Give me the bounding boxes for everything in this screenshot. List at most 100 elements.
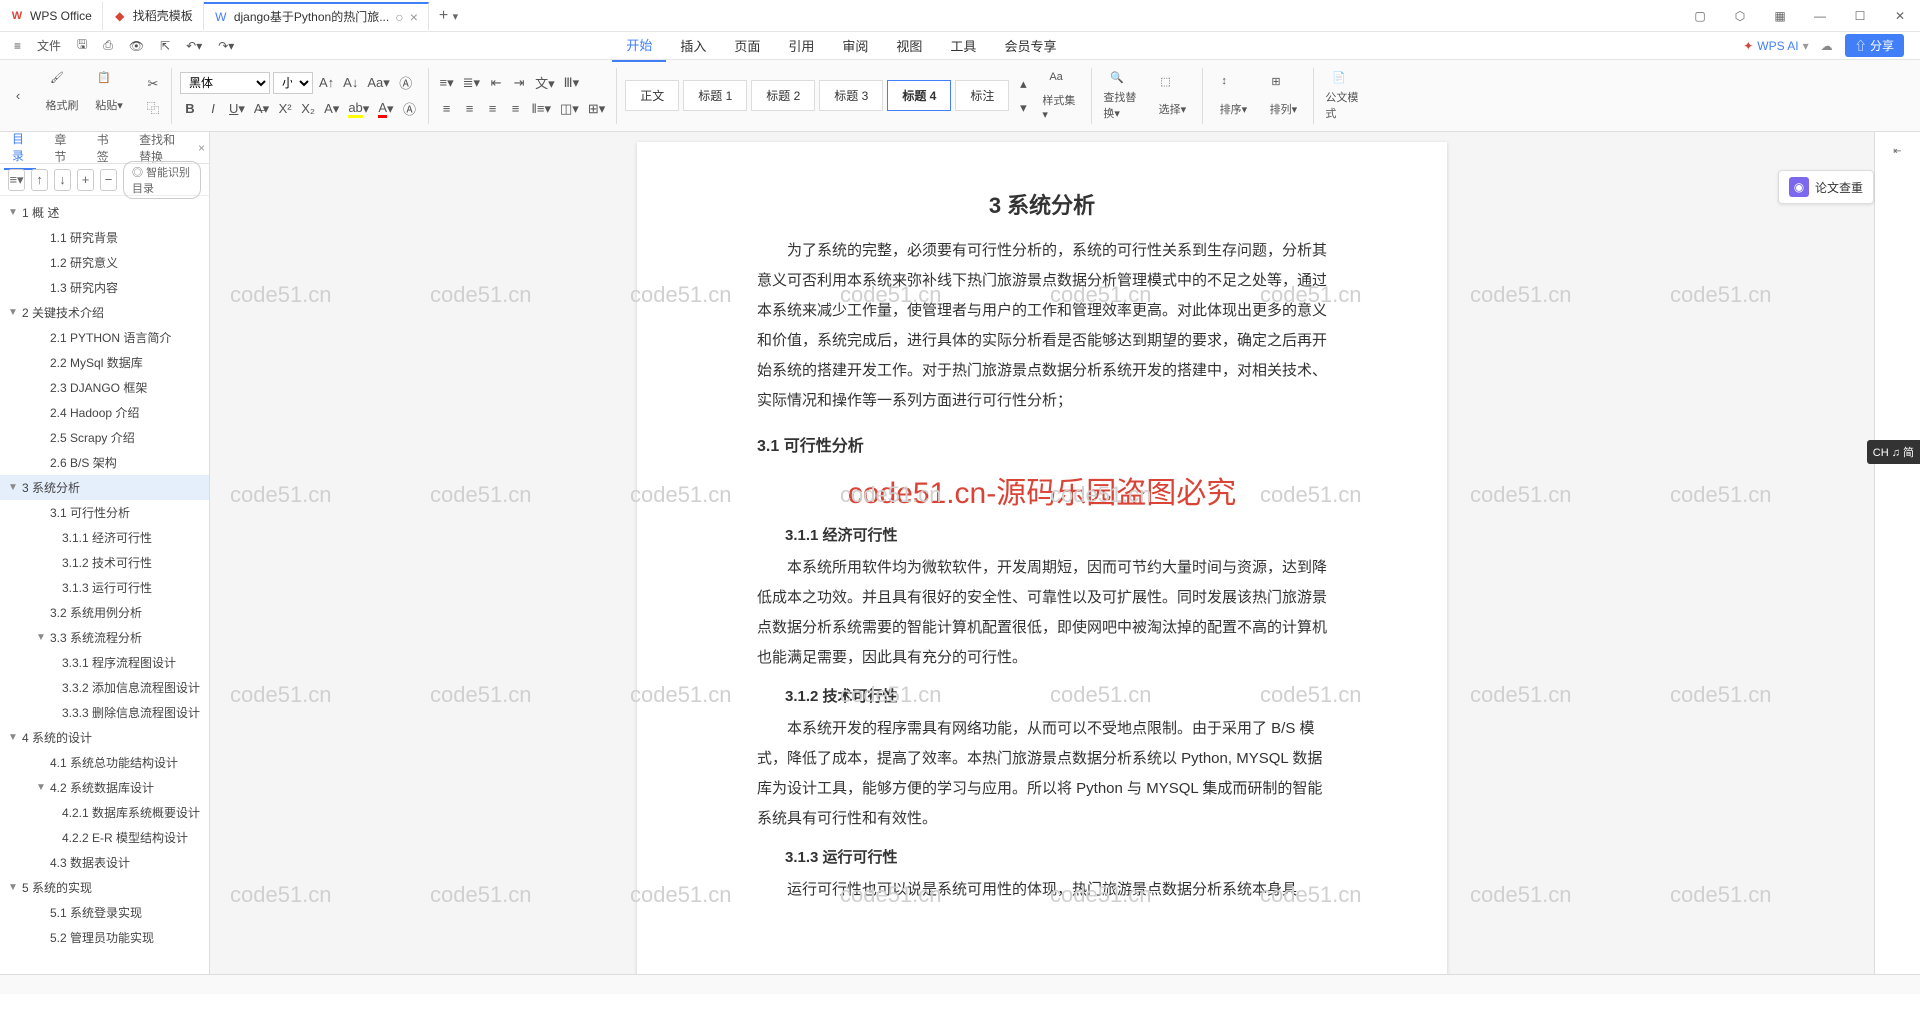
font-color-icon[interactable]: A▾ — [375, 98, 396, 120]
export-icon[interactable]: ⇱ — [154, 36, 176, 56]
style-caption[interactable]: 标注 — [955, 80, 1009, 111]
chevron-down-icon[interactable]: ▼ — [36, 782, 50, 793]
tab-docer[interactable]: ◆找稻壳模板 — [103, 2, 204, 30]
find-replace-button[interactable]: 🔍查找替换▾ — [1100, 68, 1144, 124]
shading-icon[interactable]: ◫▾ — [557, 98, 582, 120]
side-tab-bookmark[interactable]: 书签 — [89, 127, 121, 169]
close-window-icon[interactable]: ✕ — [1880, 0, 1920, 32]
toc-item[interactable]: 2.1 PYTHON 语言简介 — [0, 325, 209, 350]
toc-item[interactable]: 3.2 系统用例分析 — [0, 600, 209, 625]
decrease-font-icon[interactable]: A↓ — [340, 72, 361, 94]
style-h3[interactable]: 标题 3 — [819, 80, 883, 111]
thesis-check-button[interactable]: ◉论文查重 — [1778, 170, 1874, 204]
copy-icon[interactable]: ⿻ — [143, 97, 163, 119]
font-name-select[interactable]: 黑体 — [180, 72, 270, 94]
toc-remove-icon[interactable]: − — [100, 169, 117, 191]
toc-item[interactable]: 1.3 研究内容 — [0, 275, 209, 300]
styles-up-icon[interactable]: ▴ — [1013, 73, 1033, 95]
style-h1[interactable]: 标题 1 — [683, 80, 747, 111]
win-btn-1[interactable]: ▢ — [1680, 0, 1720, 32]
increase-indent-icon[interactable]: ⇥ — [509, 72, 529, 94]
subscript-icon[interactable]: X₂ — [298, 98, 318, 120]
style-normal[interactable]: 正文 — [625, 80, 679, 111]
toc-item[interactable]: 4.2.2 E-R 模型结构设计 — [0, 825, 209, 850]
toc-item[interactable]: 5.2 管理员功能实现 — [0, 925, 209, 950]
toc-item[interactable]: 3.3.1 程序流程图设计 — [0, 650, 209, 675]
win-btn-2[interactable]: ⬡ — [1720, 0, 1760, 32]
sidebar-close-icon[interactable]: × — [198, 141, 205, 155]
format-brush-button[interactable]: 🖌格式刷 — [40, 64, 84, 120]
toc-item[interactable]: 3.1.3 运行可行性 — [0, 575, 209, 600]
chevron-down-icon[interactable]: ▼ — [8, 882, 22, 893]
minimize-icon[interactable]: — — [1800, 0, 1840, 32]
toc-item[interactable]: ▼2 关键技术介绍 — [0, 300, 209, 325]
menu-member[interactable]: 会员专享 — [990, 30, 1070, 61]
style-h2[interactable]: 标题 2 — [751, 80, 815, 111]
select-button[interactable]: ⬚选择▾ — [1150, 68, 1194, 124]
strikethrough-icon[interactable]: A̶▾ — [251, 98, 272, 120]
official-mode-button[interactable]: 📄公文模式 — [1322, 68, 1366, 124]
highlight-icon[interactable]: ab▾ — [345, 98, 372, 120]
font-size-select[interactable]: 小三 — [273, 72, 313, 94]
style-h4[interactable]: 标题 4 — [887, 80, 951, 111]
toc-item[interactable]: ▼3 系统分析 — [0, 475, 209, 500]
collapse-ribbon-icon[interactable]: ‹ — [8, 85, 28, 107]
align-left-icon[interactable]: ≡ — [437, 98, 457, 120]
toc-level-icon[interactable]: ≡▾ — [8, 169, 25, 191]
tab-document[interactable]: Wdjango基于Python的热门旅...○× — [204, 2, 429, 30]
clear-format-icon[interactable]: Ⓐ — [396, 72, 416, 94]
win-btn-3[interactable]: ▦ — [1760, 0, 1800, 32]
toc-item[interactable]: 2.3 DJANGO 框架 — [0, 375, 209, 400]
print-preview-icon[interactable]: 👁 — [123, 36, 150, 56]
toc-item[interactable]: ▼5 系统的实现 — [0, 875, 209, 900]
align-dist-icon[interactable]: Ⅲ▾ — [561, 72, 583, 94]
border-icon[interactable]: ⊞▾ — [585, 98, 608, 120]
rail-expand-icon[interactable]: ⇤ — [1880, 140, 1916, 163]
menu-start[interactable]: 开始 — [612, 29, 666, 62]
toc-up-icon[interactable]: ↑ — [31, 169, 48, 191]
styles-down-icon[interactable]: ▾ — [1013, 97, 1033, 119]
align-center-icon[interactable]: ≡ — [460, 98, 480, 120]
bold-icon[interactable]: B — [180, 98, 200, 120]
undo-icon[interactable]: ↶▾ — [180, 36, 208, 56]
paste-button[interactable]: 📋粘贴▾ — [87, 64, 131, 120]
number-list-icon[interactable]: ≣▾ — [460, 72, 483, 94]
menu-insert[interactable]: 插入 — [666, 30, 720, 61]
chevron-down-icon[interactable]: ▼ — [36, 632, 50, 643]
sort-button[interactable]: ↕排序▾ — [1211, 68, 1255, 124]
add-tab-button[interactable]: + ▾ — [429, 7, 468, 25]
toc-item[interactable]: 4.1 系统总功能结构设计 — [0, 750, 209, 775]
align-right-icon[interactable]: ≡ — [483, 98, 503, 120]
arrange-button[interactable]: ⊞排列▾ — [1261, 68, 1305, 124]
toc-item[interactable]: 4.2.1 数据库系统概要设计 — [0, 800, 209, 825]
toc-item[interactable]: 3.1.2 技术可行性 — [0, 550, 209, 575]
cloud-icon[interactable]: ☁ — [1821, 39, 1833, 53]
toc-down-icon[interactable]: ↓ — [54, 169, 71, 191]
toc-item[interactable]: 3.3.3 删除信息流程图设计 — [0, 700, 209, 725]
tab-wps[interactable]: WWPS Office — [0, 2, 103, 30]
text-effect-icon[interactable]: A▾ — [321, 98, 342, 120]
change-case-icon[interactable]: Aa▾ — [364, 72, 392, 94]
chevron-down-icon[interactable]: ▼ — [8, 482, 22, 493]
align-justify-icon[interactable]: ≡ — [506, 98, 526, 120]
toc-item[interactable]: 2.2 MySql 数据库 — [0, 350, 209, 375]
maximize-icon[interactable]: ☐ — [1840, 0, 1880, 32]
share-button[interactable]: ⇧ 分享 — [1845, 34, 1904, 57]
toc-item[interactable]: 1.1 研究背景 — [0, 225, 209, 250]
hamburger-icon[interactable]: ≡ — [8, 36, 27, 56]
toc-item[interactable]: 2.5 Scrapy 介绍 — [0, 425, 209, 450]
document-canvas[interactable]: code51.cncode51.cncode51.cncode51.cncode… — [210, 132, 1874, 974]
file-menu[interactable]: 文件 — [31, 34, 67, 57]
menu-tools[interactable]: 工具 — [936, 30, 990, 61]
wps-ai-button[interactable]: ✦WPS AI▾ — [1743, 39, 1808, 53]
side-tab-chapter[interactable]: 章节 — [46, 127, 78, 169]
toc-item[interactable]: 3.3.2 添加信息流程图设计 — [0, 675, 209, 700]
superscript-icon[interactable]: X² — [275, 98, 295, 120]
redo-icon[interactable]: ↷▾ — [212, 36, 240, 56]
text-direction-icon[interactable]: 文▾ — [532, 72, 558, 94]
menu-reference[interactable]: 引用 — [774, 30, 828, 61]
menu-review[interactable]: 审阅 — [828, 30, 882, 61]
bullet-list-icon[interactable]: ≡▾ — [437, 72, 457, 94]
underline-icon[interactable]: U▾ — [226, 98, 248, 120]
toc-item[interactable]: 2.6 B/S 架构 — [0, 450, 209, 475]
